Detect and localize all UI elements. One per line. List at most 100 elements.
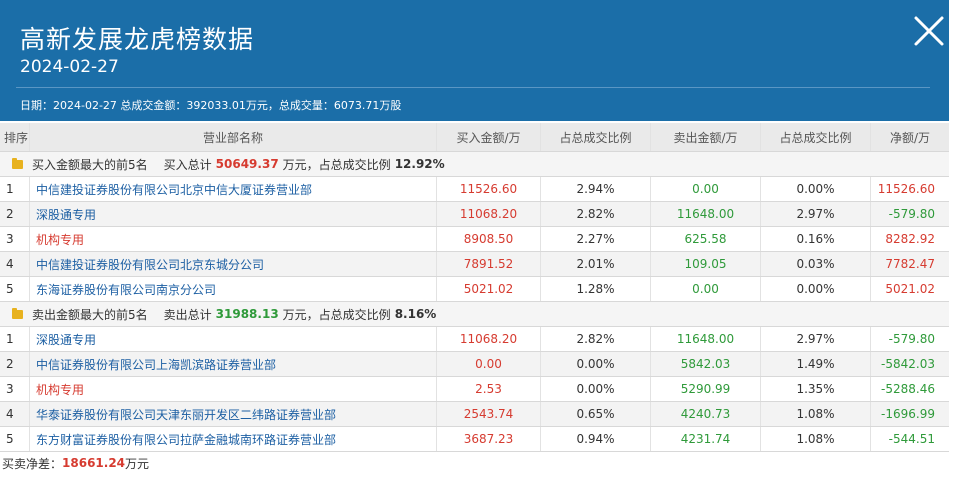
column-header[interactable]: 排序 xyxy=(0,123,30,151)
sell-section-header: 卖出金额最大的前5名 卖出总计 31988.13 万元，占总成交比例 8.16% xyxy=(0,302,949,327)
dialog-header: 高新发展龙虎榜数据 2024-02-27 日期：2024-02-27 总成交金额… xyxy=(0,0,949,121)
buy-amount-cell: 2.53 xyxy=(437,377,541,401)
section-total-value: 31988.13 xyxy=(215,307,279,321)
folder-icon xyxy=(12,157,23,169)
page-title: 高新发展龙虎榜数据 xyxy=(20,25,255,54)
buy-amount-cell: 0.00 xyxy=(437,352,541,376)
rank-cell: 3 xyxy=(0,377,30,401)
table-row: 3 机构专用 8908.50 2.27% 625.58 0.16% 8282.9… xyxy=(0,227,949,252)
broker-name-link[interactable]: 深股通专用 xyxy=(30,202,437,226)
column-header[interactable]: 卖出金额/万 xyxy=(651,123,761,151)
section-unit: 万元，占总成交比例 xyxy=(282,307,391,322)
sell-ratio-cell: 0.00% xyxy=(761,277,871,301)
sell-amount-cell: 0.00 xyxy=(651,277,761,301)
sell-amount-cell: 109.05 xyxy=(651,252,761,276)
buy-ratio-cell: 2.94% xyxy=(541,177,651,201)
sell-amount-cell: 5290.99 xyxy=(651,377,761,401)
section-summary: 卖出金额最大的前5名 卖出总计 31988.13 万元，占总成交比例 8.16% xyxy=(0,302,949,326)
broker-name-link[interactable]: 深股通专用 xyxy=(30,327,437,351)
table-row: 2 深股通专用 11068.20 2.82% 11648.00 2.97% -5… xyxy=(0,202,949,227)
buy-amount-cell: 11068.20 xyxy=(437,202,541,226)
sell-amount-cell: 5842.03 xyxy=(651,352,761,376)
net-difference-value: 18661.24 xyxy=(62,456,126,470)
table-row: 4 中信建投证券股份有限公司北京东城分公司 7891.52 2.01% 109.… xyxy=(0,252,949,277)
sell-ratio-cell: 0.03% xyxy=(761,252,871,276)
table-row: 3 机构专用 2.53 0.00% 5290.99 1.35% -5288.46 xyxy=(0,377,949,402)
net-difference-unit: 万元 xyxy=(125,456,150,471)
column-header[interactable]: 净额/万 xyxy=(871,123,949,151)
buy-amount-cell: 8908.50 xyxy=(437,227,541,251)
buy-amount-cell: 7891.52 xyxy=(437,252,541,276)
buy-ratio-cell: 2.82% xyxy=(541,327,651,351)
column-header[interactable]: 买入金额/万 xyxy=(437,123,541,151)
section-summary: 买入金额最大的前5名 买入总计 50649.37 万元，占总成交比例 12.92… xyxy=(0,152,949,176)
buy-amount-cell: 11068.20 xyxy=(437,327,541,351)
buy-ratio-cell: 2.01% xyxy=(541,252,651,276)
sell-amount-cell: 11648.00 xyxy=(651,327,761,351)
net-amount-cell: 7782.47 xyxy=(885,257,935,271)
rank-cell: 1 xyxy=(0,177,30,201)
net-amount-cell: -5288.46 xyxy=(881,382,935,396)
buy-ratio-cell: 2.82% xyxy=(541,202,651,226)
section-total-label: 买入总计 xyxy=(163,157,212,172)
sell-ratio-cell: 2.97% xyxy=(761,327,871,351)
column-header[interactable]: 占总成交比例 xyxy=(761,123,871,151)
buy-ratio-cell: 0.00% xyxy=(541,377,651,401)
broker-name-link[interactable]: 东方财富证券股份有限公司拉萨金融城南环路证券营业部 xyxy=(30,427,437,451)
sell-ratio-cell: 1.35% xyxy=(761,377,871,401)
sell-amount-cell: 4240.73 xyxy=(651,402,761,426)
rank-cell: 1 xyxy=(0,327,30,351)
rank-cell: 4 xyxy=(0,252,30,276)
column-header[interactable]: 占总成交比例 xyxy=(541,123,651,151)
rank-cell: 4 xyxy=(0,402,30,426)
table-row: 1 深股通专用 11068.20 2.82% 11648.00 2.97% -5… xyxy=(0,327,949,352)
buy-ratio-cell: 2.27% xyxy=(541,227,651,251)
buy-ratio-cell: 1.28% xyxy=(541,277,651,301)
dragon-tiger-table: 排序 营业部名称 买入金额/万 占总成交比例 卖出金额/万 占总成交比例 净额/… xyxy=(0,123,949,474)
buy-amount-cell: 5021.02 xyxy=(437,277,541,301)
broker-name-link[interactable]: 中信建投证券股份有限公司北京东城分公司 xyxy=(30,252,437,276)
section-label: 卖出金额最大的前5名 xyxy=(32,307,148,322)
close-icon[interactable] xyxy=(912,14,946,48)
header-divider xyxy=(16,87,930,88)
date-subtitle: 2024-02-27 xyxy=(20,57,119,77)
table-row: 5 东海证券股份有限公司南京分公司 5021.02 1.28% 0.00 0.0… xyxy=(0,277,949,302)
buy-amount-cell: 11526.60 xyxy=(437,177,541,201)
section-total-label: 卖出总计 xyxy=(163,307,212,322)
sell-ratio-cell: 2.97% xyxy=(761,202,871,226)
sell-ratio-cell: 1.49% xyxy=(761,352,871,376)
rank-cell: 5 xyxy=(0,427,30,451)
rank-cell: 2 xyxy=(0,202,30,226)
sell-ratio-cell: 1.08% xyxy=(761,402,871,426)
sell-amount-cell: 625.58 xyxy=(651,227,761,251)
sell-amount-cell: 4231.74 xyxy=(651,427,761,451)
table-header: 排序 营业部名称 买入金额/万 占总成交比例 卖出金额/万 占总成交比例 净额/… xyxy=(0,123,949,152)
net-difference-label: 买卖净差： xyxy=(2,456,63,471)
buy-amount-cell: 3687.23 xyxy=(437,427,541,451)
section-total-value: 50649.37 xyxy=(215,157,279,171)
net-amount-cell: -579.80 xyxy=(888,207,935,221)
rank-cell: 2 xyxy=(0,352,30,376)
broker-name-link[interactable]: 东海证券股份有限公司南京分公司 xyxy=(30,277,437,301)
column-header[interactable]: 营业部名称 xyxy=(30,123,437,151)
sell-amount-cell: 11648.00 xyxy=(651,202,761,226)
section-ratio: 12.92% xyxy=(394,157,445,171)
table-row: 4 华泰证券股份有限公司天津东丽开发区二纬路证券营业部 2543.74 0.65… xyxy=(0,402,949,427)
rank-cell: 5 xyxy=(0,277,30,301)
net-difference: 买卖净差： 18661.24 万元 xyxy=(0,452,949,474)
net-amount-cell: -544.51 xyxy=(888,432,935,446)
broker-name-link[interactable]: 中信建投证券股份有限公司北京中信大厦证券营业部 xyxy=(30,177,437,201)
folder-icon xyxy=(12,307,23,319)
sell-ratio-cell: 1.08% xyxy=(761,427,871,451)
buy-ratio-cell: 0.94% xyxy=(541,427,651,451)
broker-name-link[interactable]: 华泰证券股份有限公司天津东丽开发区二纬路证券营业部 xyxy=(30,402,437,426)
broker-name-link[interactable]: 机构专用 xyxy=(30,377,437,401)
net-amount-cell: 11526.60 xyxy=(877,182,935,196)
table-row: 5 东方财富证券股份有限公司拉萨金融城南环路证券营业部 3687.23 0.94… xyxy=(0,427,949,452)
net-amount-cell: 5021.02 xyxy=(885,282,935,296)
broker-name-link[interactable]: 中信证券股份有限公司上海凯滨路证券营业部 xyxy=(30,352,437,376)
net-amount-cell: -579.80 xyxy=(888,332,935,346)
broker-name-link[interactable]: 机构专用 xyxy=(30,227,437,251)
buy-amount-cell: 2543.74 xyxy=(437,402,541,426)
net-amount-cell: -1696.99 xyxy=(881,407,935,421)
